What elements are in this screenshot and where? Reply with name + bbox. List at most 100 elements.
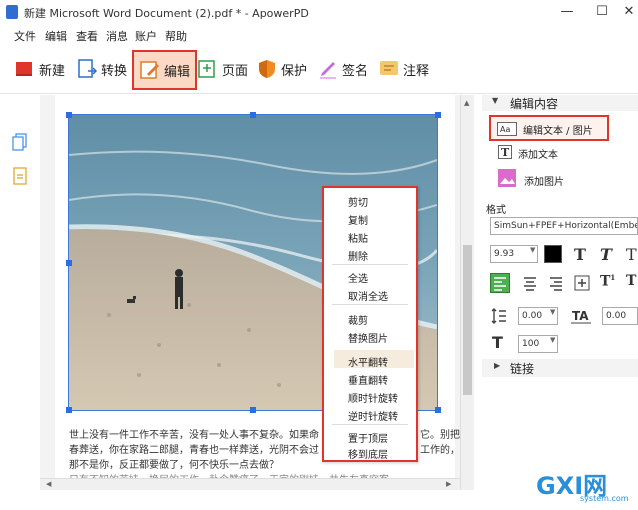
font-size-dropdown-icon[interactable]: ▼ <box>530 246 535 254</box>
context-separator <box>332 424 408 425</box>
align-center-icon[interactable] <box>522 275 538 291</box>
minimize-button[interactable]: — <box>556 2 578 22</box>
vertical-align-icon[interactable] <box>574 275 590 291</box>
edit-text-image-label: 编辑文本 / 图片 <box>523 126 593 137</box>
menu-file[interactable]: 文件 <box>14 28 36 44</box>
align-left-button[interactable] <box>490 273 510 293</box>
toolbar-page-button[interactable]: 页面 <box>197 54 248 84</box>
context-replace-image[interactable]: 替换图片 <box>348 330 388 345</box>
toolbar-new-label: 新建 <box>39 63 66 79</box>
align-right-icon[interactable] <box>548 275 564 291</box>
comment-icon <box>380 61 398 75</box>
menu-help[interactable]: 帮助 <box>165 28 187 44</box>
font-name-select[interactable]: SimSun+FPEF+Horizontal(Embedded) <box>490 217 638 235</box>
app-icon <box>6 5 18 19</box>
menu-messages[interactable]: 消息 <box>106 28 128 44</box>
toolbar-comment-label: 注释 <box>403 63 430 79</box>
context-flip-vertical[interactable]: 垂直翻转 <box>348 372 388 387</box>
add-text-label: 添加文本 <box>518 150 558 161</box>
scale-dropdown-icon[interactable]: ▼ <box>550 336 555 344</box>
context-delete[interactable]: 删除 <box>348 248 368 263</box>
pen-icon <box>320 62 336 79</box>
context-deselect-all[interactable]: 取消全选 <box>348 288 388 303</box>
regular-t-icon[interactable]: T <box>626 245 637 264</box>
edit-text-image-button[interactable]: Aa 编辑文本 / 图片 <box>489 115 609 141</box>
close-button[interactable]: ✕ <box>618 2 638 22</box>
horizontal-scrollbar[interactable]: ◀ ▶ <box>40 478 460 490</box>
resize-handle-ml[interactable] <box>66 260 72 266</box>
scroll-right-arrow-icon[interactable]: ▶ <box>446 480 451 488</box>
attachment-icon[interactable] <box>12 167 28 185</box>
context-rotate-counterclockwise[interactable]: 逆时针旋转 <box>348 408 398 423</box>
context-paste[interactable]: 粘贴 <box>348 230 368 245</box>
resize-handle-br[interactable] <box>435 407 441 413</box>
svg-text:T: T <box>501 146 510 159</box>
title-bar: 新建 Microsoft Word Document (2).pdf * - A… <box>0 0 638 24</box>
expand-arrow-icon[interactable]: ▶ <box>494 361 500 370</box>
shield-icon <box>259 60 275 78</box>
toolbar: 新建 转换 编辑 页面 保护 签名 注释 <box>0 44 638 94</box>
svg-text:Aa: Aa <box>500 125 510 134</box>
links-label: 链接 <box>510 362 535 376</box>
links-header[interactable]: ▶ 链接 <box>482 359 638 377</box>
edit-content-header[interactable]: ▼ 编辑内容 <box>482 95 638 111</box>
menu-bar: 文件 编辑 查看 消息 账户 帮助 <box>0 24 638 44</box>
maximize-button[interactable]: ☐ <box>591 2 613 22</box>
context-send-to-back[interactable]: 移到底层 <box>348 446 388 461</box>
context-separator <box>332 304 408 305</box>
resize-handle-bl[interactable] <box>66 407 72 413</box>
context-menu: 剪切 复制 粘贴 删除 全选 取消全选 裁剪 替换图片 水平翻转 垂直翻转 顺时… <box>322 186 418 462</box>
context-flip-horizontal[interactable]: 水平翻转 <box>348 354 388 369</box>
superscript-t-icon[interactable]: T1 <box>600 273 615 290</box>
toolbar-protect-button[interactable]: 保护 <box>256 54 307 84</box>
context-cut[interactable]: 剪切 <box>348 194 368 209</box>
scroll-up-arrow-icon[interactable]: ▲ <box>464 99 469 107</box>
context-rotate-clockwise[interactable]: 顺时针旋转 <box>348 390 398 405</box>
toolbar-new-button[interactable]: 新建 <box>14 54 65 84</box>
line-spacing-dropdown-icon[interactable]: ▼ <box>550 308 555 316</box>
font-color-swatch[interactable] <box>544 245 562 263</box>
toolbar-comment-button[interactable]: 注释 <box>378 54 429 84</box>
scale-t-icon: T <box>492 333 503 352</box>
context-separator <box>332 264 408 265</box>
text-t-icon: T <box>498 145 512 159</box>
window-title: 新建 Microsoft Word Document (2).pdf * - A… <box>24 7 309 20</box>
menu-edit[interactable]: 编辑 <box>45 28 67 44</box>
resize-handle-tm[interactable] <box>250 112 256 118</box>
resize-handle-tr[interactable] <box>435 112 441 118</box>
text-image-icon: Aa <box>497 122 517 136</box>
context-select-all[interactable]: 全选 <box>348 270 368 285</box>
char-spacing-input[interactable]: 0.00 <box>602 307 638 325</box>
subscript-t-icon[interactable]: T <box>626 273 636 289</box>
doc-text-line-right: 它。别把 <box>420 430 460 441</box>
vertical-scroll-thumb[interactable] <box>463 245 472 395</box>
toolbar-convert-button[interactable]: 转换 <box>76 54 127 84</box>
menu-account[interactable]: 账户 <box>135 28 157 44</box>
menu-view[interactable]: 查看 <box>76 28 98 44</box>
scroll-left-arrow-icon[interactable]: ◀ <box>46 480 51 488</box>
toolbar-sign-button[interactable]: 签名 <box>317 54 368 84</box>
line-spacing-icon <box>491 308 506 324</box>
image-icon <box>498 169 516 187</box>
vertical-scrollbar[interactable]: ▲ <box>460 95 474 490</box>
edit-content-title: 编辑内容 <box>510 97 559 111</box>
align-left-icon <box>494 277 506 291</box>
edit-icon <box>140 61 159 79</box>
collapse-arrow-icon[interactable]: ▼ <box>492 96 498 105</box>
resize-handle-tl[interactable] <box>66 112 72 118</box>
italic-t-icon[interactable]: T <box>600 245 612 264</box>
char-spacing-icon: TA <box>571 309 591 324</box>
resize-handle-bm[interactable] <box>250 407 256 413</box>
toolbar-edit-button[interactable]: 编辑 <box>132 50 198 90</box>
format-label: 格式 <box>486 205 506 216</box>
svg-text:TA: TA <box>572 309 589 323</box>
document-text-right: 它。别把 工作的， <box>420 428 460 458</box>
bold-t-icon[interactable]: T <box>574 245 586 264</box>
toolbar-edit-label: 编辑 <box>164 64 191 80</box>
page-icon <box>198 60 215 78</box>
pages-thumbnail-icon[interactable] <box>12 133 28 151</box>
context-crop[interactable]: 裁剪 <box>348 312 368 327</box>
context-copy[interactable]: 复制 <box>348 212 368 227</box>
context-bring-to-front[interactable]: 置于顶层 <box>348 430 388 445</box>
watermark-sub: system.com <box>580 494 629 503</box>
